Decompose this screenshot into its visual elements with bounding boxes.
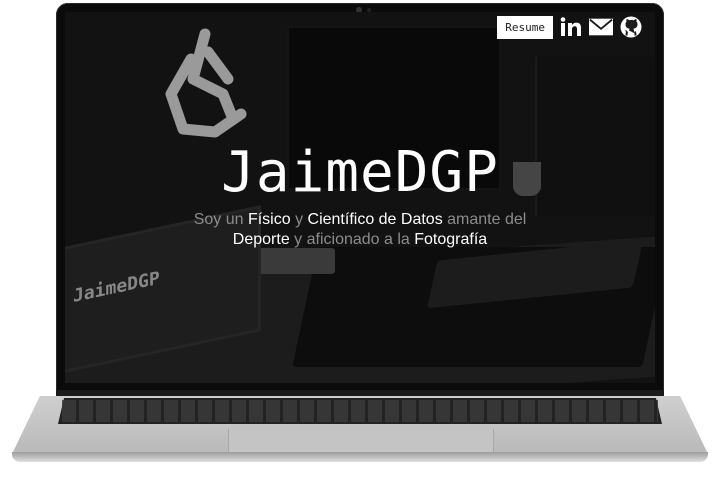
laptop-trackpad (228, 429, 494, 454)
site-tagline: Soy un Físico y Científico de Datos aman… (165, 210, 555, 250)
jdgp-logo-icon (165, 28, 247, 138)
tagline-highlight-sport: Deporte (232, 231, 290, 248)
top-nav: Resume (497, 15, 643, 39)
linkedin-icon[interactable] (559, 15, 583, 39)
tagline-text: y aficionado a la (289, 231, 415, 248)
tagline-highlight-photography: Fotografía (414, 231, 488, 248)
site-title: JaimeDGP (221, 140, 499, 205)
mail-icon[interactable] (589, 15, 613, 39)
tagline-text: Soy un (193, 211, 248, 228)
tagline-text: y (290, 211, 308, 228)
tagline-text: amante del (442, 211, 527, 228)
github-icon[interactable] (619, 15, 643, 39)
laptop-hinge (56, 390, 664, 396)
laptop-base-edge (12, 452, 708, 462)
resume-button[interactable]: Resume (497, 15, 553, 39)
laptop-screen: JaimeDGP Resume JaimeDGP Soy un Físico y… (65, 12, 655, 383)
tagline-highlight-physicist: Físico (247, 211, 291, 228)
tagline-highlight-data-scientist: Científico de Datos (307, 211, 443, 228)
keyboard-keys (62, 400, 658, 422)
